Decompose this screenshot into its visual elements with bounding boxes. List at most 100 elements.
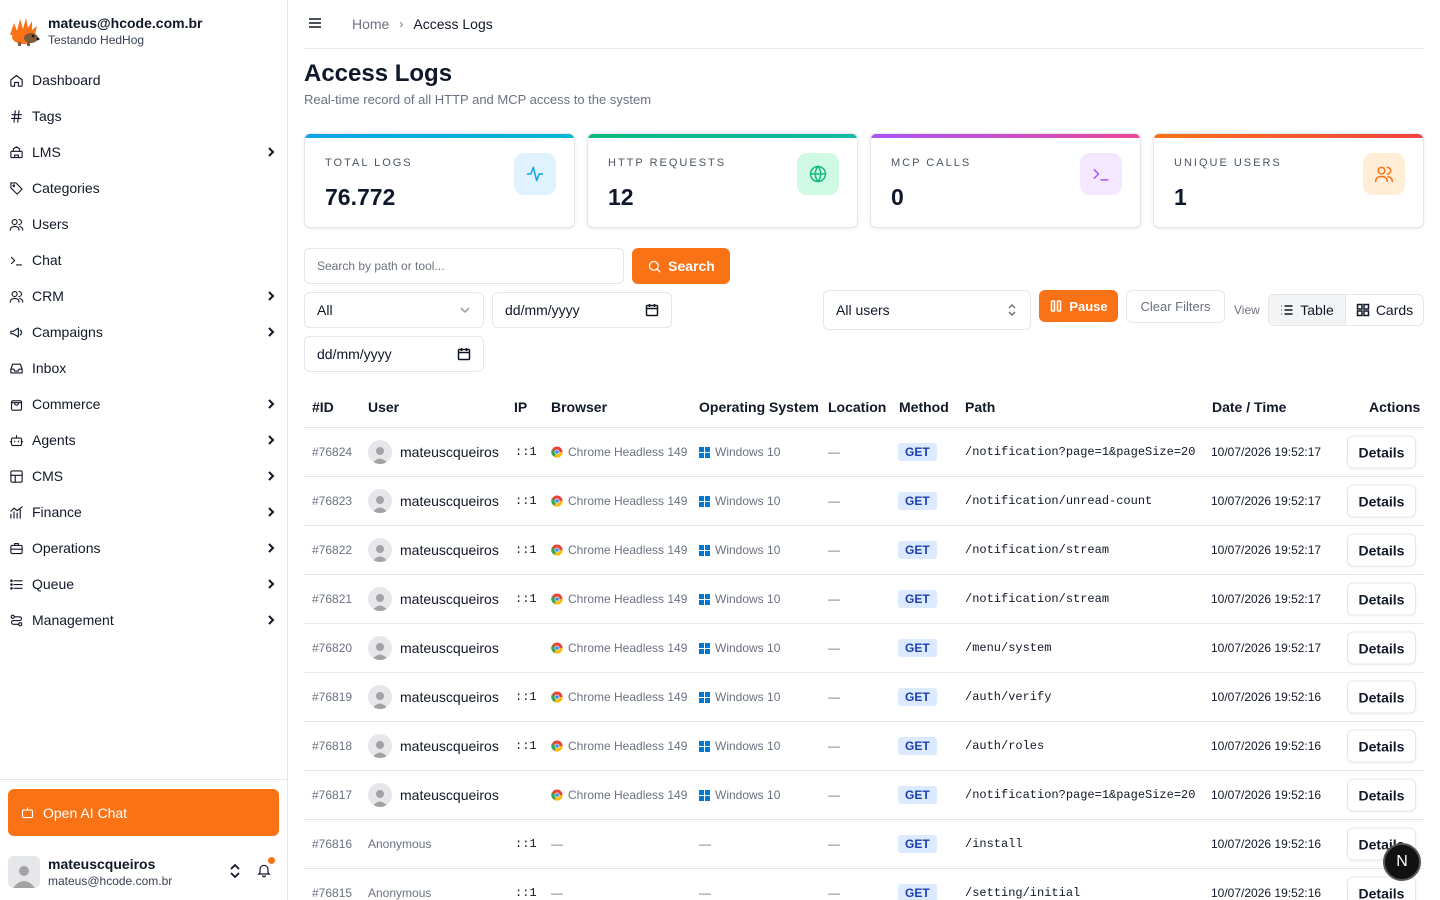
- stat-card-unique-users: UNIQUE USERS 1: [1153, 133, 1424, 228]
- stat-card-http-requests: HTTP REQUESTS 12: [587, 133, 858, 228]
- method-select[interactable]: All: [304, 292, 484, 328]
- sidebar-item-label: Dashboard: [32, 72, 101, 88]
- details-button[interactable]: Details: [1347, 484, 1416, 518]
- calendar-icon[interactable]: [645, 303, 659, 317]
- sidebar-item-label: Agents: [32, 432, 76, 448]
- calendar-icon[interactable]: [457, 347, 471, 361]
- search-button[interactable]: Search: [632, 248, 730, 284]
- sidebar-item-commerce[interactable]: Commerce: [0, 386, 288, 422]
- open-ai-chat-label: Open AI Chat: [43, 804, 128, 821]
- sidebar-item-queue[interactable]: Queue: [0, 566, 288, 602]
- log-location: —: [828, 494, 840, 508]
- chart-icon: [8, 504, 24, 520]
- sidebar-item-inbox[interactable]: Inbox: [0, 350, 288, 386]
- log-ip: ::1: [515, 445, 537, 459]
- details-button[interactable]: Details: [1347, 631, 1416, 665]
- brand[interactable]: mateus@hcode.com.br Testando HedHog: [8, 14, 202, 48]
- sidebar-item-label: CMS: [32, 468, 64, 484]
- log-browser-name: —: [551, 886, 563, 900]
- log-os: Windows 10: [699, 690, 780, 704]
- sidebar-item-users[interactable]: Users: [0, 206, 288, 242]
- sidebar-item-label: Users: [32, 216, 69, 232]
- sidebar-item-management[interactable]: Management: [0, 602, 288, 638]
- method-badge: GET: [898, 590, 937, 608]
- chrome-icon: [551, 495, 563, 507]
- sidebar-item-categories[interactable]: Categories: [0, 170, 288, 206]
- table-row[interactable]: #76819 mateuscqueiros::1 Chrome Headless 1…: [304, 673, 1424, 722]
- log-browser: Chrome Headless 149: [551, 543, 687, 557]
- log-datetime: 10/07/2026 19:52:17: [1211, 445, 1322, 459]
- table-row[interactable]: #76815 Anonymous::1 — — — GET/setting/initial…: [304, 869, 1424, 900]
- table-row[interactable]: #76818 mateuscqueiros::1 Chrome Headless 1…: [304, 722, 1424, 771]
- windows-icon: [699, 544, 710, 556]
- sidebar-item-label: Categories: [32, 180, 100, 196]
- sidebar-item-cms[interactable]: CMS: [0, 458, 288, 494]
- view-table-button[interactable]: Table: [1269, 295, 1346, 325]
- chevrons-up-down-icon[interactable]: [228, 862, 242, 880]
- details-button[interactable]: Details: [1347, 778, 1416, 812]
- date-to-input[interactable]: dd/mm/yyyy: [304, 336, 484, 372]
- inbox-icon: [8, 360, 24, 376]
- log-ip: ::1: [515, 690, 537, 704]
- clear-filters-button[interactable]: Clear Filters: [1126, 290, 1225, 323]
- search-input[interactable]: [304, 248, 624, 284]
- details-button[interactable]: Details: [1347, 435, 1416, 469]
- table-row[interactable]: #76820 mateuscqueiros Chrome Headless 149 W…: [304, 624, 1424, 673]
- sidebar-item-label: Operations: [32, 540, 101, 556]
- log-path: /notification/stream: [965, 592, 1110, 606]
- table-row[interactable]: #76816 Anonymous::1 — — — GET/install 10/07/20…: [304, 820, 1424, 869]
- chevron-right-icon: [264, 541, 278, 555]
- date-from-input[interactable]: dd/mm/yyyy: [492, 292, 672, 328]
- log-os: Windows 10: [699, 494, 780, 508]
- open-ai-chat-button[interactable]: Open AI Chat: [8, 789, 279, 836]
- breadcrumb-separator-icon: ›: [399, 17, 404, 31]
- next-devtools-button[interactable]: N: [1383, 843, 1421, 881]
- sidebar-item-agents[interactable]: Agents: [0, 422, 288, 458]
- user-select[interactable]: All users: [823, 290, 1031, 330]
- log-user: mateuscqueiros: [368, 685, 499, 709]
- table-row[interactable]: #76823 mateuscqueiros::1 Chrome Headless 1…: [304, 477, 1424, 526]
- menu-icon[interactable]: [308, 16, 322, 30]
- sidebar-item-chat[interactable]: Chat: [0, 242, 288, 278]
- sidebar-item-label: Commerce: [32, 396, 101, 412]
- route-icon: [8, 612, 24, 628]
- breadcrumb-home[interactable]: Home: [352, 16, 389, 32]
- sidebar-item-campaigns[interactable]: Campaigns: [0, 314, 288, 350]
- stat-label: UNIQUE USERS: [1174, 157, 1282, 169]
- windows-icon: [699, 642, 710, 654]
- sidebar-item-dashboard[interactable]: Dashboard: [0, 62, 288, 98]
- notification-dot: [268, 857, 275, 864]
- log-user-name: mateuscqueiros: [400, 689, 499, 705]
- pause-button[interactable]: Pause: [1039, 290, 1118, 322]
- view-cards-button[interactable]: Cards: [1346, 295, 1423, 325]
- sidebar-item-crm[interactable]: CRM: [0, 278, 288, 314]
- table-row[interactable]: #76821 mateuscqueiros::1 Chrome Headless 1…: [304, 575, 1424, 624]
- log-browser: Chrome Headless 149: [551, 739, 687, 753]
- table-row[interactable]: #76824 mateuscqueiros::1 Chrome Headless 1…: [304, 428, 1424, 477]
- log-browser: —: [551, 886, 563, 900]
- log-user-name: Anonymous: [368, 886, 432, 900]
- column-header: Location: [828, 399, 887, 415]
- sidebar-item-tags[interactable]: Tags: [0, 98, 288, 134]
- log-browser-name: —: [551, 837, 563, 851]
- avatar: [368, 734, 392, 758]
- table-row[interactable]: #76817 mateuscqueiros Chrome Headless 149 W…: [304, 771, 1424, 820]
- current-user-card[interactable]: mateuscqueiros mateus@hcode.com.br: [8, 852, 279, 892]
- log-datetime: 10/07/2026 19:52:17: [1211, 494, 1322, 508]
- details-button[interactable]: Details: [1347, 680, 1416, 714]
- log-browser: Chrome Headless 149: [551, 788, 687, 802]
- stat-label: HTTP REQUESTS: [608, 157, 727, 169]
- megaphone-icon: [8, 324, 24, 340]
- chrome-icon: [551, 740, 563, 752]
- details-button[interactable]: Details: [1347, 729, 1416, 763]
- sidebar-item-lms[interactable]: LMS: [0, 134, 288, 170]
- chrome-icon: [551, 789, 563, 801]
- method-badge: GET: [898, 639, 937, 657]
- details-button[interactable]: Details: [1347, 533, 1416, 567]
- sidebar-item-operations[interactable]: Operations: [0, 530, 288, 566]
- view-toggle: Table Cards: [1268, 294, 1424, 326]
- log-location: —: [828, 837, 840, 851]
- table-row[interactable]: #76822 mateuscqueiros::1 Chrome Headless 1…: [304, 526, 1424, 575]
- sidebar-item-finance[interactable]: Finance: [0, 494, 288, 530]
- details-button[interactable]: Details: [1347, 582, 1416, 616]
